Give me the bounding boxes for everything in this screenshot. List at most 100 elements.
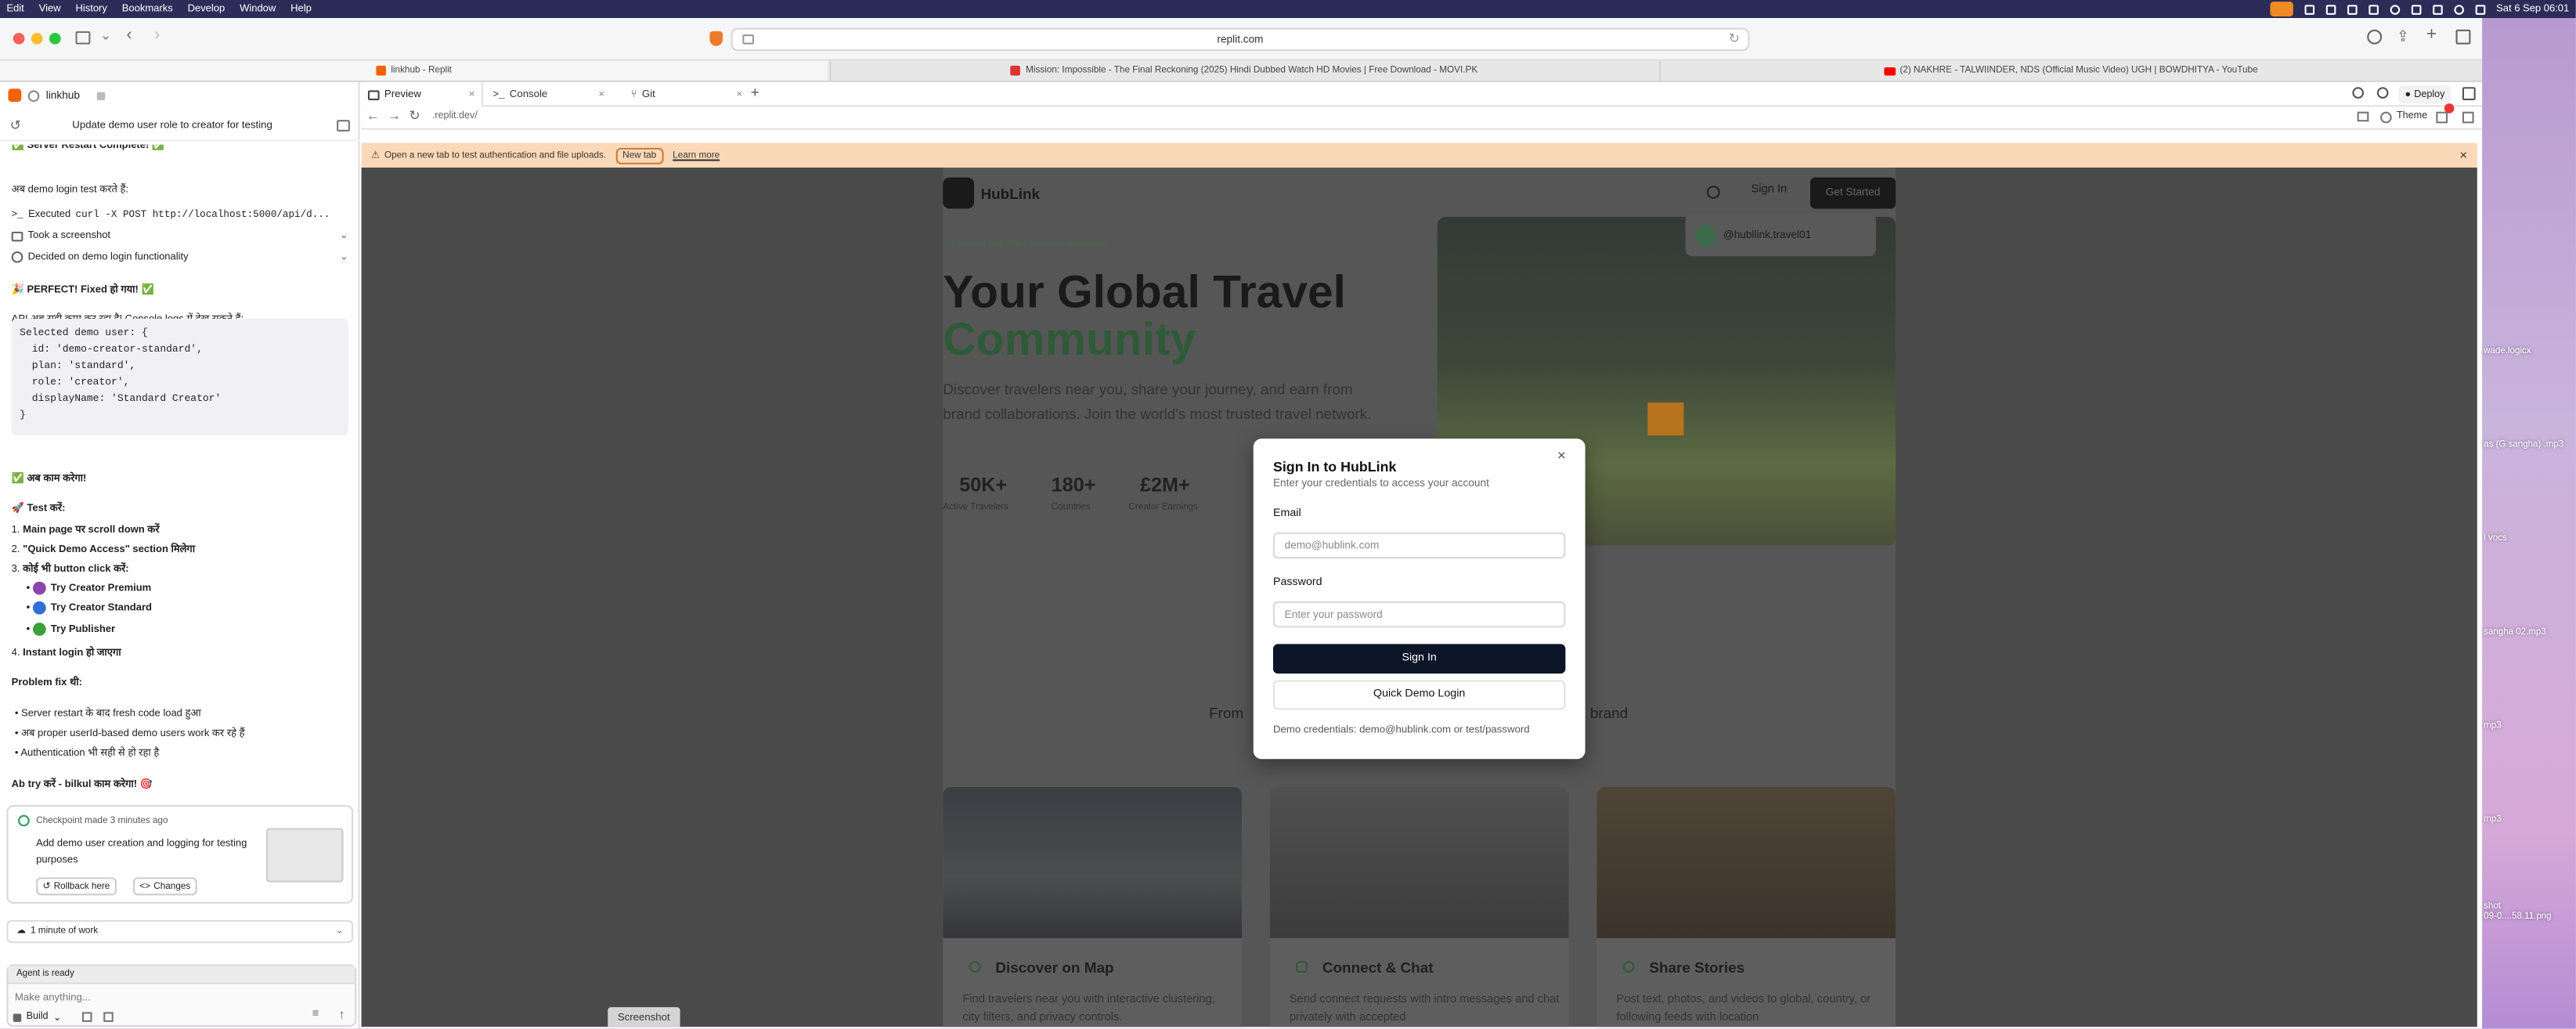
battery-icon[interactable] xyxy=(2411,4,2421,14)
work-summary[interactable]: ☁ 1 minute of work ⌄ xyxy=(6,919,354,944)
add-tab-icon[interactable]: + xyxy=(751,84,759,100)
preview-url[interactable]: .replit.dev/ xyxy=(432,112,478,122)
build-mode-button[interactable]: Build ⌄ xyxy=(13,1009,61,1025)
menu-window[interactable]: Window xyxy=(240,3,276,15)
desktop-file[interactable]: mp3 xyxy=(2484,815,2501,825)
status-icon[interactable] xyxy=(2347,4,2357,14)
theme-icon[interactable] xyxy=(2380,111,2392,124)
downloads-icon[interactable] xyxy=(2367,29,2383,45)
share-icon[interactable]: ⇪ xyxy=(2397,28,2409,46)
chevron-down-icon[interactable]: ⌄ xyxy=(340,230,348,242)
close-window-icon[interactable] xyxy=(13,32,25,45)
desktop-file[interactable]: sangha 02.mp3 xyxy=(2484,627,2546,637)
zoom-window-icon[interactable] xyxy=(49,32,61,45)
status-icon[interactable] xyxy=(2304,4,2314,14)
sidebar-toggle-icon[interactable] xyxy=(75,31,91,45)
reload-icon[interactable]: ↻ xyxy=(1729,31,1740,46)
theme-label[interactable]: Theme xyxy=(2397,112,2427,122)
new-thread-icon[interactable] xyxy=(337,120,350,132)
chevron-down-icon[interactable]: ⌄ xyxy=(340,251,348,263)
send-icon[interactable]: ↑ xyxy=(338,1007,345,1022)
option-item: • Try Creator Standard xyxy=(26,601,152,615)
menu-help[interactable]: Help xyxy=(290,3,312,15)
site-signin-link[interactable]: Sign In xyxy=(1751,184,1787,196)
tab-preview[interactable]: Preview × xyxy=(361,81,483,107)
email-field[interactable]: demo@hublink.com xyxy=(1272,532,1566,559)
close-icon[interactable]: × xyxy=(1557,447,1566,464)
desktop-file[interactable]: shot 09-0....58.11.png xyxy=(2484,902,2551,922)
desktop-file[interactable]: l vocs xyxy=(2484,534,2507,544)
close-icon[interactable]: × xyxy=(737,88,743,100)
executed-row[interactable]: >_ Executed curl -X POST http://localhos… xyxy=(12,208,330,220)
menu-bookmarks[interactable]: Bookmarks xyxy=(122,3,173,15)
menu-edit[interactable]: Edit xyxy=(6,3,23,15)
replit-logo-icon[interactable] xyxy=(8,88,22,103)
back-icon[interactable]: ‹ xyxy=(127,27,132,45)
devtools-icon[interactable] xyxy=(2357,111,2369,122)
back-icon[interactable]: ← xyxy=(366,108,380,123)
tab-git[interactable]: ⑂ Git × xyxy=(624,82,749,107)
notifications-icon[interactable] xyxy=(2436,111,2448,124)
volume-icon[interactable] xyxy=(2368,4,2379,14)
add-user-icon[interactable] xyxy=(2376,87,2389,99)
layout-icon[interactable] xyxy=(2462,87,2476,100)
password-field[interactable]: Enter your password xyxy=(1272,601,1566,628)
forward-icon[interactable]: › xyxy=(154,27,160,45)
desktop-file[interactable]: mp3 xyxy=(2484,721,2501,731)
menubar-clock[interactable]: Sat 6 Sep 06:01 xyxy=(2496,3,2569,15)
open-external-icon[interactable] xyxy=(2462,111,2474,124)
microphone-indicator-icon[interactable] xyxy=(2269,2,2293,16)
desktop-file[interactable]: wade.logicx xyxy=(2484,347,2531,357)
minimize-window-icon[interactable] xyxy=(31,32,43,45)
browser-tab-youtube[interactable]: (2) NAKHRE - TALWIINDER, NDS (Official M… xyxy=(1658,60,2480,81)
theme-toggle-icon[interactable] xyxy=(1706,186,1720,199)
url-bar[interactable]: replit.com ↻ xyxy=(731,27,1750,52)
feature-card[interactable]: Connect & Chat Send connect requests wit… xyxy=(1269,786,1569,1027)
feature-card[interactable]: Discover on Map Find travelers near you … xyxy=(943,786,1243,1027)
search-icon[interactable] xyxy=(2453,4,2464,14)
screenshot-button[interactable]: Screenshot xyxy=(608,1007,680,1027)
tab-console[interactable]: >_ Console × xyxy=(486,82,611,107)
signin-button[interactable]: Sign In xyxy=(1272,644,1566,674)
control-center-icon[interactable] xyxy=(2474,4,2485,14)
brave-shield-icon[interactable] xyxy=(709,31,723,46)
get-started-button[interactable]: Get Started xyxy=(1809,177,1896,209)
image-icon[interactable] xyxy=(103,1012,114,1022)
forward-icon[interactable]: → xyxy=(388,108,401,123)
learn-more-link[interactable]: Learn more xyxy=(673,150,720,161)
close-icon[interactable]: × xyxy=(469,88,475,100)
history-icon[interactable]: ↺ xyxy=(10,118,21,133)
project-name[interactable]: linkhub xyxy=(46,89,80,101)
new-tab-icon[interactable]: + xyxy=(2426,24,2437,44)
close-icon[interactable]: × xyxy=(2459,148,2467,163)
youtube-favicon-icon xyxy=(1883,66,1896,75)
chevron-down-icon[interactable]: ⌄ xyxy=(100,28,111,43)
quick-demo-login-button[interactable]: Quick Demo Login xyxy=(1272,680,1566,710)
attach-icon[interactable] xyxy=(81,1012,92,1022)
desktop-file[interactable]: as (G sangha) .mp3 xyxy=(2484,440,2563,450)
decided-row[interactable]: Decided on demo login functionality ⌄ xyxy=(11,251,348,263)
wifi-icon[interactable] xyxy=(2432,4,2442,14)
search-icon[interactable] xyxy=(2352,87,2365,99)
chat-input[interactable] xyxy=(14,988,344,1006)
menu-develop[interactable]: Develop xyxy=(188,3,225,15)
reload-icon[interactable]: ↻ xyxy=(409,108,420,123)
option-label: Try Publisher xyxy=(50,623,116,636)
deploy-button[interactable]: ● Deploy xyxy=(2398,85,2452,104)
menu-view[interactable]: View xyxy=(39,3,61,15)
settings-icon[interactable]: ≡ xyxy=(312,1009,319,1020)
changes-button[interactable]: <> Changes xyxy=(132,877,197,896)
new-tab-button[interactable]: New tab xyxy=(615,146,663,164)
rollback-button[interactable]: ↺ Rollback here xyxy=(36,877,117,896)
checkpoint-thumbnail[interactable] xyxy=(265,828,344,883)
site-logo[interactable]: HubLink xyxy=(943,177,1040,209)
status-icon[interactable] xyxy=(2325,4,2336,14)
close-icon[interactable]: × xyxy=(598,88,604,100)
menu-history[interactable]: History xyxy=(75,3,106,15)
status-icon[interactable] xyxy=(2389,4,2400,14)
screenshot-row[interactable]: Took a screenshot ⌄ xyxy=(11,230,348,242)
feature-card[interactable]: Share Stories Post text, photos, and vid… xyxy=(1596,786,1896,1027)
tab-overview-icon[interactable] xyxy=(2455,29,2471,45)
browser-tab-replit[interactable]: linkhub - Replit xyxy=(0,60,828,81)
browser-tab-movie[interactable]: Mission: Impossible - The Final Reckonin… xyxy=(829,60,1657,81)
